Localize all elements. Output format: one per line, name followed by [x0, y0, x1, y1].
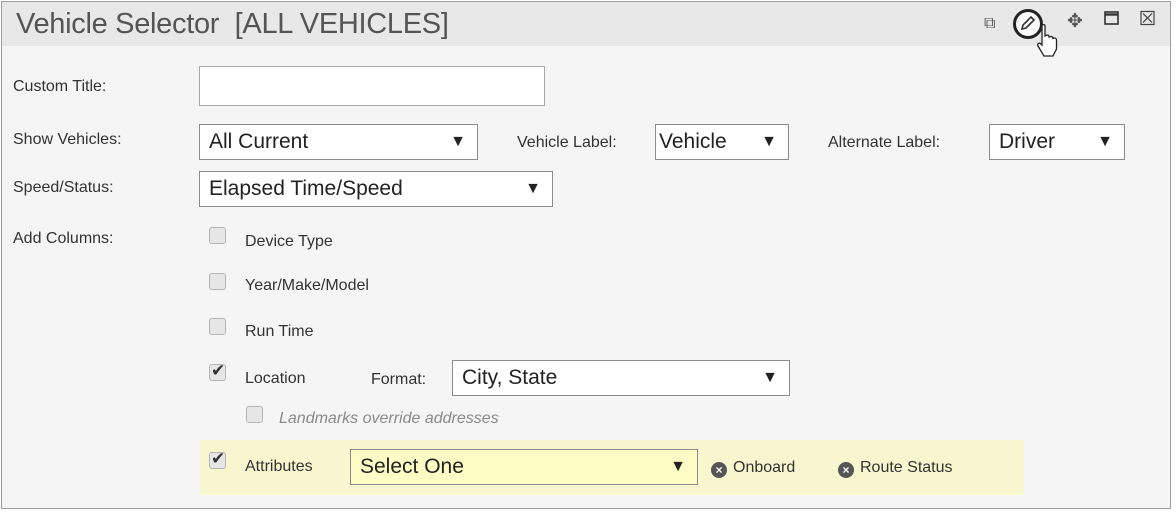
- location-label: Location: [245, 370, 306, 387]
- location-format-select[interactable]: City, State ▼: [452, 360, 790, 396]
- vehicle-label-select[interactable]: Vehicle ▼: [655, 124, 789, 160]
- attributes-label: Attributes: [245, 458, 313, 475]
- attributes-select[interactable]: Select One ▼: [350, 449, 698, 485]
- vehicle-label-value: Vehicle: [659, 130, 727, 153]
- dropdown-arrow-icon: ▼: [762, 369, 778, 386]
- dropdown-arrow-icon: ▼: [525, 180, 541, 197]
- vehicle-selector-panel: Vehicle Selector [ALL VEHICLES] ⧉ ✥ Cust…: [1, 1, 1171, 509]
- year-make-model-label: Year/Make/Model: [245, 277, 369, 294]
- attributes-select-value: Select One: [360, 455, 464, 478]
- remove-icon[interactable]: ×: [838, 462, 854, 478]
- onboard-chip-label: Onboard: [733, 459, 796, 476]
- speed-status-select[interactable]: Elapsed Time/Speed ▼: [199, 171, 553, 207]
- show-vehicles-select[interactable]: All Current ▼: [199, 124, 478, 160]
- location-format-value: City, State: [462, 366, 558, 389]
- landmarks-checkbox[interactable]: [246, 406, 263, 423]
- close-icon[interactable]: [1140, 10, 1156, 31]
- dropdown-arrow-icon: ▼: [450, 133, 466, 150]
- alternate-label-select[interactable]: Driver ▼: [989, 124, 1125, 160]
- title-bar: Vehicle Selector [ALL VEHICLES] ⧉ ✥: [2, 2, 1170, 46]
- show-vehicles-label: Show Vehicles:: [13, 131, 122, 148]
- custom-title-input[interactable]: [199, 66, 545, 106]
- alternate-label-value: Driver: [999, 130, 1055, 153]
- year-make-model-checkbox[interactable]: [209, 273, 226, 290]
- location-checkbox[interactable]: ✔: [209, 361, 226, 381]
- format-label: Format:: [371, 371, 427, 388]
- mouse-pointer-icon: [1037, 24, 1058, 57]
- checkmark-icon: ✔: [211, 361, 226, 380]
- remove-icon[interactable]: ×: [711, 462, 727, 478]
- copy-icon[interactable]: ⧉: [984, 14, 995, 34]
- dropdown-arrow-icon: ▼: [1097, 133, 1113, 150]
- speed-status-label: Speed/Status:: [13, 179, 114, 196]
- device-type-label: Device Type: [245, 233, 333, 250]
- dropdown-arrow-icon: ▼: [761, 133, 777, 150]
- onboard-chip[interactable]: × Onboard: [711, 459, 795, 478]
- panel-title: Vehicle Selector [ALL VEHICLES]: [16, 8, 449, 40]
- device-type-checkbox[interactable]: [209, 227, 226, 244]
- add-columns-label: Add Columns:: [13, 230, 114, 247]
- landmarks-label: Landmarks override addresses: [279, 410, 499, 427]
- custom-title-label: Custom Title:: [13, 78, 107, 95]
- vehicle-label-label: Vehicle Label:: [517, 134, 617, 151]
- attributes-checkbox[interactable]: ✔: [209, 449, 226, 469]
- move-icon[interactable]: ✥: [1067, 12, 1083, 32]
- speed-status-value: Elapsed Time/Speed: [209, 177, 403, 200]
- maximize-icon[interactable]: [1104, 10, 1120, 31]
- dropdown-arrow-icon: ▼: [670, 458, 686, 475]
- checkmark-icon: ✔: [211, 449, 226, 468]
- run-time-checkbox[interactable]: [209, 318, 226, 335]
- run-time-label: Run Time: [245, 323, 314, 340]
- route-status-chip-label: Route Status: [860, 459, 953, 476]
- route-status-chip[interactable]: × Route Status: [838, 459, 953, 478]
- alternate-label-label: Alternate Label:: [828, 134, 941, 151]
- show-vehicles-value: All Current: [209, 130, 309, 153]
